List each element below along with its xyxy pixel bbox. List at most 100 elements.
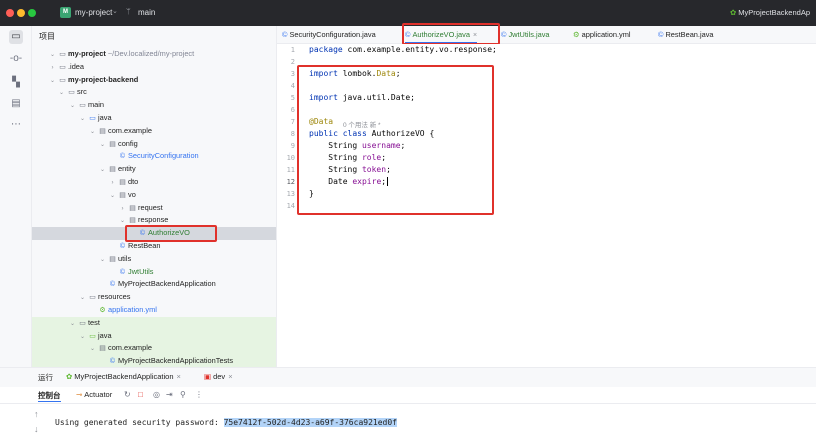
tab-label: MyProjectBackendApplication bbox=[74, 372, 174, 381]
line-number-gutter: 1 2 3 4 5 6 7 8 9 10 11 12 13 14 bbox=[277, 44, 300, 367]
tree-item-com-example[interactable]: ⌄ ▤ com.example bbox=[32, 125, 276, 138]
tree-item-my-project-backend[interactable]: ⌄ ▭ my-project-backend bbox=[32, 74, 276, 87]
generated-password[interactable]: 75e7412f-502d-4d23-a69f-376ca921ed0f bbox=[223, 418, 397, 427]
tree-item-label: config bbox=[118, 138, 138, 148]
scroll-up-icon[interactable]: ↑ bbox=[34, 409, 39, 419]
structure-tool-icon[interactable]: ▚ bbox=[9, 76, 23, 90]
line-number: 5 bbox=[290, 94, 295, 102]
code-line-annotation: @Data bbox=[309, 117, 333, 126]
code-text: ; bbox=[386, 165, 391, 174]
panel-title: 项目 bbox=[39, 32, 55, 41]
field-name: role bbox=[361, 153, 382, 162]
branch-switcher[interactable]: main bbox=[138, 8, 155, 17]
more-options-icon[interactable]: ⋮ bbox=[195, 390, 203, 399]
close-tab-icon[interactable]: × bbox=[473, 32, 477, 39]
tab-actuator[interactable]: ⊸ Actuator bbox=[76, 390, 112, 399]
tree-item-label: com.example bbox=[108, 125, 152, 135]
tree-item-label: .idea bbox=[68, 61, 85, 71]
tree-item-label: resources bbox=[98, 292, 131, 302]
line-number: 4 bbox=[290, 82, 295, 90]
tree-item-myprojectbackendapplicationtests[interactable]: © MyProjectBackendApplicationTests bbox=[32, 355, 276, 367]
run-config-icon: ▣ bbox=[204, 372, 212, 381]
tree-item-entity[interactable]: ⌄ ▤ entity bbox=[32, 163, 276, 176]
console-output-line: Using generated security password: 75e74… bbox=[55, 418, 397, 427]
keyword: import bbox=[309, 93, 338, 102]
tab-run-dev[interactable]: ▣ dev × bbox=[204, 372, 233, 381]
tree-item-src[interactable]: ⌄ ▭ src bbox=[32, 86, 276, 99]
class-icon: © bbox=[658, 30, 664, 39]
project-tool-icon[interactable]: ▭ bbox=[9, 30, 23, 44]
restore-layout-icon[interactable]: ⇥ bbox=[166, 390, 173, 399]
maximize-window-button[interactable] bbox=[28, 9, 36, 17]
tab-console[interactable]: 控制台 bbox=[38, 390, 61, 402]
project-badge[interactable]: M bbox=[60, 7, 71, 18]
search-icon[interactable]: ⚲ bbox=[180, 390, 186, 399]
tool-window-bar: ▭ -o- ▚ ▤ ⋯ bbox=[0, 26, 32, 367]
tab-restbean[interactable]: © RestBean.java bbox=[658, 26, 714, 44]
annotation: @Data bbox=[309, 117, 334, 126]
tree-item-config[interactable]: ⌄ ▤ config bbox=[32, 138, 276, 151]
tree-item-test-com-example[interactable]: ⌄ ▤ com.example bbox=[32, 342, 276, 356]
tab-securityconfiguration[interactable]: © SecurityConfiguration.java bbox=[282, 26, 376, 44]
stop-icon[interactable]: □ bbox=[138, 390, 143, 399]
tree-item-response[interactable]: ⌄ ▤ response bbox=[32, 214, 276, 227]
class-icon: © bbox=[282, 30, 288, 39]
commit-tool-icon[interactable]: -o- bbox=[9, 52, 23, 66]
tree-item-test[interactable]: ⌄ ▭ test bbox=[32, 316, 276, 330]
spring-icon: ✿ bbox=[66, 372, 73, 381]
close-window-button[interactable] bbox=[6, 9, 14, 17]
spring-icon: ✿ bbox=[730, 8, 737, 17]
tree-item-jwtutils[interactable]: © JwtUtils bbox=[32, 266, 276, 279]
code-editor[interactable]: 1 2 3 4 5 6 7 8 9 10 11 12 13 14 package… bbox=[277, 44, 816, 367]
run-configuration-selector[interactable]: ✿ MyProjectBackendAp bbox=[730, 8, 810, 17]
code-text: ; bbox=[395, 69, 401, 78]
tree-item-application-yml[interactable]: ⚙ application.yml bbox=[32, 304, 276, 317]
tree-item-label: entity bbox=[118, 164, 136, 174]
field-name: expire bbox=[352, 177, 382, 186]
tree-item-securityconfiguration[interactable]: © SecurityConfiguration bbox=[32, 150, 276, 163]
code-class-ref: Data bbox=[376, 69, 396, 78]
more-tools-icon[interactable]: ⋯ bbox=[9, 118, 23, 132]
tree-item-vo[interactable]: ⌄ ▤ vo bbox=[32, 189, 276, 202]
tree-item-my-project[interactable]: ⌄ ▭ my-project ~/Dev.localized/my-project bbox=[32, 48, 276, 61]
minimize-window-button[interactable] bbox=[17, 9, 25, 17]
line-number: 12 bbox=[286, 178, 295, 186]
tree-item-authorizevo[interactable]: © AuthorizeVO bbox=[32, 227, 276, 240]
tree-item-resources[interactable]: ⌄ ▭ resources bbox=[32, 291, 276, 304]
tree-item-java[interactable]: ⌄ ▭ java bbox=[32, 112, 276, 125]
close-tab-icon[interactable]: × bbox=[228, 372, 232, 381]
line-number: 13 bbox=[286, 190, 295, 198]
tree-item-main[interactable]: ⌄ ▭ main bbox=[32, 99, 276, 112]
usages-inlay-hint[interactable]: 0 个用法 新 * bbox=[343, 119, 381, 129]
scroll-down-icon[interactable]: ↓ bbox=[34, 424, 39, 433]
bookmarks-tool-icon[interactable]: ▤ bbox=[9, 97, 23, 111]
tree-item-dto[interactable]: › ▤ dto bbox=[32, 176, 276, 189]
tree-item-request[interactable]: › ▤ request bbox=[32, 202, 276, 215]
tree-item-test-java[interactable]: ⌄ ▭ java bbox=[32, 329, 276, 343]
tree-item-label: java bbox=[98, 113, 112, 122]
project-switcher[interactable]: my-project bbox=[75, 8, 112, 17]
tree-item-restbean[interactable]: © RestBean bbox=[32, 240, 276, 253]
tree-item-idea[interactable]: › ▭ .idea bbox=[32, 61, 276, 74]
chevron-down-icon: ⌄ bbox=[112, 8, 118, 15]
actuator-icon: ⊸ bbox=[76, 390, 83, 399]
git-branch-icon: ᛘ bbox=[126, 7, 131, 16]
run-tool-window: 运行 ✿ MyProjectBackendApplication × ▣ dev × 控… bbox=[0, 367, 816, 433]
tab-application-yml[interactable]: ⚙ application.yml bbox=[573, 26, 631, 44]
tab-label: RestBean.java bbox=[665, 30, 714, 39]
tab-label: JwtUtils.java bbox=[508, 30, 550, 39]
code-line-close-brace: } bbox=[309, 189, 314, 198]
rerun-icon[interactable]: ↻ bbox=[124, 390, 131, 399]
tree-item-label: com.example bbox=[108, 343, 152, 353]
tab-jwtutils[interactable]: © JwtUtils.java bbox=[501, 26, 550, 44]
field-type: String bbox=[309, 153, 362, 162]
keyword: class bbox=[342, 129, 367, 138]
code-line-field: Date expire; bbox=[309, 177, 388, 186]
close-tab-icon[interactable]: × bbox=[177, 372, 181, 381]
tree-item-myprojectbackendapplication[interactable]: © MyProjectBackendApplication bbox=[32, 278, 276, 291]
tab-authorizevo[interactable]: © AuthorizeVO.java × bbox=[405, 26, 478, 44]
tree-item-label: RestBean bbox=[128, 241, 161, 250]
tab-run-myprojectbackendapplication[interactable]: ✿ MyProjectBackendApplication × bbox=[66, 372, 181, 381]
screenshot-icon[interactable]: ◎ bbox=[153, 390, 160, 399]
tree-item-utils[interactable]: ⌄ ▤ utils bbox=[32, 253, 276, 266]
